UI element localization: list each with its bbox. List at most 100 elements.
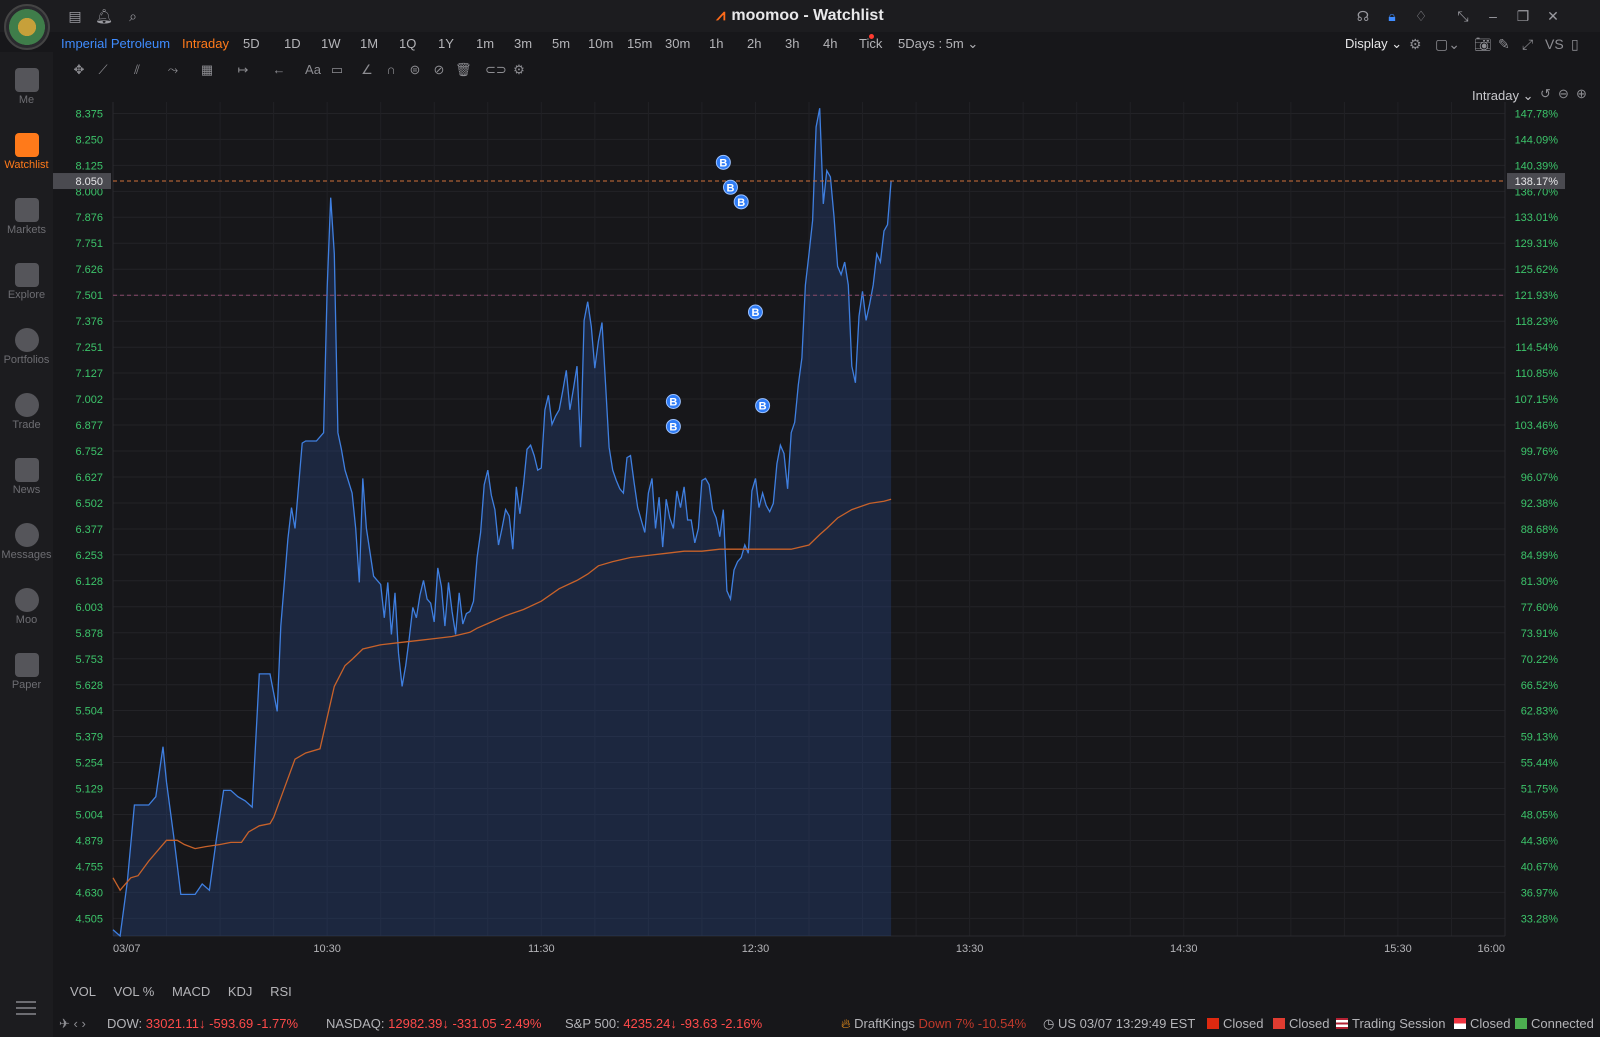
link-icon[interactable]: ⊂⊃ (485, 62, 507, 78)
period-15m[interactable]: 15m (627, 36, 652, 51)
rail-item-paper[interactable]: Paper (0, 645, 53, 705)
rail-item-me[interactable]: Me (0, 60, 53, 120)
y-tick-label: 4.505 (75, 913, 103, 925)
y-tick-label: 7.501 (75, 290, 103, 302)
reset-icon[interactable]: ↺ (1540, 86, 1551, 102)
display-dropdown[interactable]: Display ⌄ (1345, 36, 1402, 52)
pin-nav-icons[interactable]: ✈ ‹ › (59, 1016, 86, 1032)
period-2h[interactable]: 2h (747, 36, 761, 51)
pct-tick-label: 44.36% (1521, 836, 1559, 848)
period-5d[interactable]: 5D (243, 36, 260, 51)
period-10m[interactable]: 10m (588, 36, 613, 51)
market-status-cn[interactable]: Closed (1273, 1016, 1329, 1031)
layout-icon[interactable]: ▢⌄ (1435, 36, 1460, 53)
y-tick-label: 5.129 (75, 784, 103, 796)
multi-day-selector[interactable]: 5Days : 5m ⌄ (898, 36, 978, 52)
period-1d[interactable]: 1D (284, 36, 301, 51)
period-4h[interactable]: 4h (823, 36, 837, 51)
note-tool-icon[interactable]: ▭ (329, 62, 345, 78)
shirt-icon[interactable]: ♢ (1412, 7, 1430, 25)
period-1m-month[interactable]: 1M (360, 36, 378, 51)
market-status-us[interactable]: Trading Session (1336, 1016, 1445, 1031)
visibility-icon[interactable]: ⊜ (407, 62, 423, 78)
period-1y[interactable]: 1Y (438, 36, 454, 51)
period-intraday[interactable]: Intraday (182, 36, 229, 51)
collapse-icon[interactable]: ⤡ (1454, 7, 1472, 25)
period-1q[interactable]: 1Q (399, 36, 416, 51)
profile-avatar[interactable] (4, 4, 50, 50)
restore-icon[interactable]: ❐ (1514, 7, 1532, 25)
period-3m[interactable]: 3m (514, 36, 532, 51)
rail-item-explore[interactable]: Explore (0, 255, 53, 315)
text-tool-icon[interactable]: Aa (305, 62, 321, 78)
pct-tick-label: 88.68% (1521, 524, 1559, 536)
chart-mode-selector[interactable]: Intraday ⌄ (1472, 88, 1534, 104)
tab-vol-pct[interactable]: VOL % (114, 984, 155, 999)
arrow-tool-icon[interactable]: ← (271, 62, 287, 78)
rail-item-watchlist[interactable]: Watchlist (0, 125, 53, 185)
market-status-sg[interactable]: Closed (1454, 1016, 1510, 1031)
dow-ticker[interactable]: DOW: 33021.11↓ -593.69 -1.77% (107, 1016, 298, 1031)
rail-item-messages[interactable]: Messages (0, 515, 53, 575)
x-tick-label: 14:30 (1170, 943, 1198, 955)
chart-canvas[interactable]: 8.375 147.78%8.250 144.09%8.125 140.39%8.00… (53, 84, 1600, 964)
nasdaq-ticker[interactable]: NASDAQ: 12982.39↓ -331.05 -2.49% (326, 1016, 541, 1031)
x-tick-label: 12:30 (742, 943, 770, 955)
rail-item-markets[interactable]: Markets (0, 190, 53, 250)
fib-tool-icon[interactable]: ▦ (199, 62, 215, 78)
tab-macd[interactable]: MACD (172, 984, 210, 999)
period-1w[interactable]: 1W (321, 36, 341, 51)
hide-icon[interactable]: ⊘ (431, 62, 447, 78)
clock-icon: ◷ (1043, 1016, 1055, 1031)
rail-item-portfolios[interactable]: Portfolios (0, 320, 53, 380)
camera-icon[interactable]: 📷︎ (1474, 36, 1492, 53)
stock-name[interactable]: Imperial Petroleum (61, 36, 170, 51)
market-clock: ◷ US 03/07 13:29:49 EST (1043, 1016, 1196, 1031)
lock-icon[interactable]: 🔒︎ (1383, 7, 1401, 25)
flag-icon (1454, 1018, 1466, 1029)
x-tick-label: 03/07 (113, 943, 141, 955)
current-pct-label: 138.17% (1515, 176, 1559, 188)
tab-rsi[interactable]: RSI (270, 984, 292, 999)
minimize-icon[interactable]: – (1484, 7, 1502, 25)
pct-tick-label: 92.38% (1521, 498, 1559, 510)
tab-kdj[interactable]: KDJ (228, 984, 253, 999)
settings-icon[interactable]: ⚙ (1409, 36, 1422, 53)
sp500-ticker[interactable]: S&P 500: 4235.24↓ -93.63 -2.16% (565, 1016, 762, 1031)
price-chart[interactable]: 8.375 147.78% 8.250 144.09% 8.125 140.39% 8.00… (53, 84, 1600, 964)
buy-marker-label: B (751, 307, 759, 319)
period-3h[interactable]: 3h (785, 36, 799, 51)
channel-tool-icon[interactable]: ⫽ (129, 62, 145, 78)
compare-button[interactable]: VS (1545, 36, 1564, 52)
zoom-out-icon[interactable]: ⊖ (1558, 86, 1569, 102)
angle-tool-icon[interactable]: ∠ (359, 62, 375, 78)
zoom-in-icon[interactable]: ⊕ (1576, 86, 1587, 102)
menu-icon[interactable] (16, 1001, 36, 1015)
expand-icon[interactable]: ⤢ (1522, 36, 1533, 53)
close-icon[interactable]: ✕ (1544, 7, 1562, 25)
rail-item-news[interactable]: News (0, 450, 53, 510)
pct-tick-label: 40.67% (1521, 861, 1559, 873)
measure-tool-icon[interactable]: ↦ (235, 62, 251, 78)
period-1h[interactable]: 1h (709, 36, 723, 51)
pen-icon[interactable]: ✎ (1498, 36, 1510, 53)
rail-item-trade[interactable]: Trade (0, 385, 53, 445)
headset-icon[interactable]: ☊ (1354, 7, 1372, 25)
period-30m[interactable]: 30m (665, 36, 690, 51)
period-bar: Imperial Petroleum Intraday 5D 1D 1W 1M … (53, 32, 1600, 56)
tool-settings-icon[interactable]: ⚙ (511, 62, 527, 78)
trash-icon[interactable]: 🗑︎ (455, 62, 472, 78)
tab-vol[interactable]: VOL (70, 984, 96, 999)
book-icon[interactable]: ▯ (1571, 36, 1579, 53)
y-tick-label: 6.253 (75, 550, 103, 562)
move-icon[interactable]: ✥ (71, 62, 87, 78)
market-status-hk[interactable]: Closed (1207, 1016, 1263, 1031)
period-5m[interactable]: 5m (552, 36, 570, 51)
news-ticker[interactable]: 🔥︎ DraftKings Down 7% -10.54% (841, 1016, 1026, 1032)
line-tool-icon[interactable]: ⟋ (95, 62, 111, 78)
magnet-icon[interactable]: ∩ (383, 62, 399, 78)
portfolio-icon (14, 328, 39, 352)
trend-tool-icon[interactable]: ⤳ (165, 62, 181, 78)
rail-item-moo[interactable]: Moo (0, 580, 53, 640)
period-1m[interactable]: 1m (476, 36, 494, 51)
